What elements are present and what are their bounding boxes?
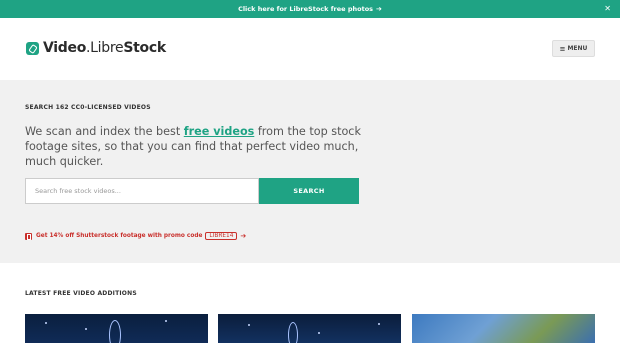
promo-text[interactable]: Get 14% off Shutterstock footage with pr… bbox=[36, 233, 202, 239]
chain-ring bbox=[109, 320, 121, 343]
latest-videos-heading: LATEST FREE VIDEO ADDITIONS bbox=[25, 290, 137, 297]
logo-text-libre: .Libre bbox=[86, 40, 124, 56]
star-dot bbox=[248, 324, 250, 326]
menu-button[interactable]: ≡ MENU bbox=[552, 40, 595, 57]
close-icon[interactable]: ✕ bbox=[604, 4, 611, 13]
video-thumbnail[interactable] bbox=[25, 314, 208, 343]
video-thumbnail[interactable] bbox=[412, 314, 595, 343]
menu-label: MENU bbox=[567, 45, 588, 52]
logo-text-video: Video bbox=[43, 40, 87, 56]
hero-text-start: We scan and index the best bbox=[25, 125, 184, 138]
shutterstock-icon bbox=[25, 232, 32, 240]
promo-banner-text[interactable]: Click here for LibreStock free photos bbox=[238, 5, 373, 13]
video-thumbnail[interactable] bbox=[218, 314, 401, 343]
hero-section: SEARCH 162 CC0-LICENSED VIDEOS We scan a… bbox=[0, 80, 620, 263]
hero-description: We scan and index the best free videos f… bbox=[25, 124, 365, 169]
site-header: Video.LibreStock ≡ MENU bbox=[0, 18, 620, 80]
star-dot bbox=[318, 332, 320, 334]
star-dot bbox=[378, 323, 380, 325]
hero-kicker: SEARCH 162 CC0-LICENSED VIDEOS bbox=[25, 104, 151, 111]
logo-icon bbox=[26, 41, 39, 55]
hamburger-icon: ≡ bbox=[559, 44, 566, 53]
arrow-right-icon: ➔ bbox=[376, 5, 382, 13]
promo-code-badge: LIBRE14 bbox=[205, 232, 238, 240]
promo-banner[interactable]: Click here for LibreStock free photos ➔ … bbox=[0, 0, 620, 18]
arrow-right-icon: ➔ bbox=[240, 232, 247, 240]
site-logo[interactable]: Video.LibreStock bbox=[26, 40, 166, 56]
search-input[interactable] bbox=[25, 178, 259, 204]
search-button[interactable]: SEARCH bbox=[259, 178, 359, 204]
search-form: SEARCH bbox=[25, 178, 359, 204]
star-dot bbox=[165, 320, 167, 322]
chain-ring bbox=[288, 322, 298, 343]
shutterstock-promo[interactable]: Get 14% off Shutterstock footage with pr… bbox=[25, 232, 246, 240]
star-dot bbox=[45, 322, 47, 324]
logo-text: Video.LibreStock bbox=[43, 40, 166, 56]
free-videos-link[interactable]: free videos bbox=[184, 125, 255, 138]
logo-text-stock: Stock bbox=[123, 40, 166, 56]
star-dot bbox=[85, 328, 87, 330]
